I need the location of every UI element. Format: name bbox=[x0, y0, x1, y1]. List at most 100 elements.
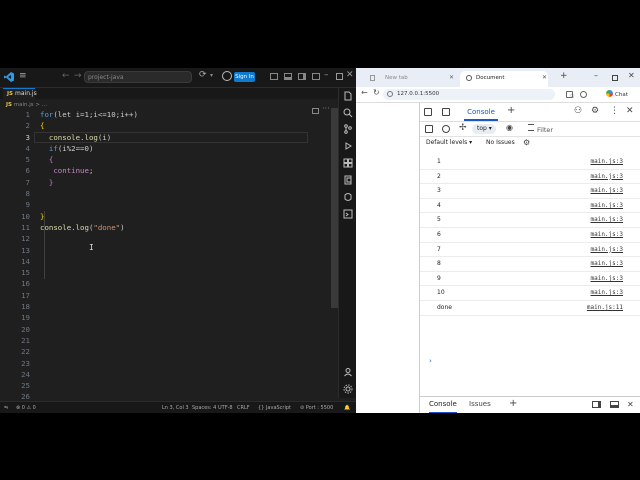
settings-gear-icon[interactable] bbox=[343, 384, 353, 394]
log-source-link[interactable]: main.js:3 bbox=[590, 213, 623, 227]
search-icon[interactable] bbox=[343, 108, 353, 118]
close-tab-icon[interactable]: ✕ bbox=[449, 71, 454, 85]
window-maximize-icon[interactable] bbox=[336, 73, 343, 80]
log-source-link[interactable]: main.js:3 bbox=[590, 199, 623, 213]
new-tab-button[interactable]: + bbox=[560, 71, 568, 81]
problems-status[interactable]: ⊗ 0 ⚠ 0 bbox=[16, 402, 36, 413]
profile-icon[interactable] bbox=[580, 91, 587, 98]
drawer-tab-console[interactable]: Console bbox=[429, 397, 457, 413]
sign-in-button[interactable]: Sign In bbox=[234, 72, 255, 82]
sidebar-toggle-icon[interactable] bbox=[425, 125, 433, 133]
log-levels-dropdown[interactable]: Default levels ▾ bbox=[426, 136, 472, 150]
split-editor-icon[interactable] bbox=[312, 108, 319, 114]
live-expression-icon[interactable]: ✢ bbox=[459, 123, 467, 133]
log-source-link[interactable]: main.js:3 bbox=[590, 272, 623, 286]
close-tab-icon[interactable]: ✕ bbox=[542, 71, 547, 85]
code-editor[interactable]: for(let i=1;i<=10;i++) { console.log(i) … bbox=[34, 109, 310, 233]
live-server-port-status[interactable]: ⊘ Port : 5500 bbox=[300, 402, 333, 413]
encoding-status[interactable]: UTF-8 bbox=[218, 402, 233, 413]
customize-layout-icon[interactable] bbox=[312, 73, 320, 80]
extensions-icon[interactable] bbox=[566, 91, 573, 98]
command-center-search[interactable]: project-java bbox=[84, 71, 192, 83]
console-settings-gear-icon[interactable]: ⚙ bbox=[523, 136, 530, 150]
performance-icon[interactable]: ⚇ bbox=[574, 106, 582, 116]
filter-input[interactable]: Filter bbox=[528, 124, 553, 135]
back-arrow-icon[interactable]: ← bbox=[361, 88, 368, 97]
browser-toolbar: ← ↻ 127.0.0.1:5500 ☆ Chat bbox=[356, 87, 640, 103]
settings-gear-icon[interactable]: ⚙ bbox=[591, 106, 599, 116]
log-source-link[interactable]: main.js:3 bbox=[590, 184, 623, 198]
account-icon[interactable] bbox=[343, 367, 353, 377]
menu-icon[interactable]: ≡ bbox=[19, 71, 27, 81]
site-info-icon[interactable] bbox=[387, 91, 393, 97]
console-prompt[interactable]: › bbox=[429, 357, 432, 365]
language-mode-status[interactable]: {} JavaScript bbox=[258, 402, 291, 413]
toggle-primary-sidebar-icon[interactable] bbox=[270, 73, 278, 80]
chevron-down-icon[interactable]: ▾ bbox=[210, 72, 213, 79]
notifications-bell-icon[interactable]: 🔔 bbox=[344, 402, 350, 413]
log-source-link[interactable]: main.js:3 bbox=[590, 228, 623, 242]
log-source-link[interactable]: main.js:3 bbox=[590, 243, 623, 257]
eol-status[interactable]: CRLF bbox=[237, 402, 250, 413]
inspect-element-icon[interactable] bbox=[424, 108, 432, 116]
toggle-secondary-sidebar-icon[interactable] bbox=[298, 73, 306, 80]
browser-tab-document[interactable]: Document ✕ bbox=[460, 71, 548, 87]
terminal-icon[interactable] bbox=[343, 209, 353, 219]
eye-icon[interactable]: ◉ bbox=[506, 123, 513, 132]
indentation-status[interactable]: Spaces: 4 bbox=[192, 402, 216, 413]
more-actions-icon[interactable]: ··· bbox=[322, 104, 330, 113]
filter-placeholder: Filter bbox=[537, 126, 554, 134]
cursor-position-status[interactable]: Ln 3, Col 3 bbox=[162, 402, 189, 413]
context-selector[interactable]: top ▾ bbox=[472, 124, 496, 134]
window-minimize-icon[interactable]: – bbox=[324, 70, 329, 80]
source-control-icon[interactable] bbox=[343, 124, 353, 134]
device-toolbar-icon[interactable] bbox=[442, 108, 450, 116]
explorer-icon[interactable] bbox=[343, 91, 353, 101]
run-debug-icon[interactable] bbox=[343, 141, 353, 151]
copilot-icon[interactable] bbox=[222, 71, 232, 81]
log-value: 10 bbox=[437, 289, 445, 297]
address-bar[interactable]: 127.0.0.1:5500 ☆ bbox=[383, 89, 575, 100]
console-log-list: 1 main.js:3 2 main.js:3 3 main.js:3 4 main.js:3… bbox=[420, 155, 640, 316]
close-devtools-icon[interactable]: ✕ bbox=[626, 106, 634, 116]
reload-icon[interactable]: ↻ bbox=[373, 88, 380, 97]
drawer-tab-issues[interactable]: Issues bbox=[469, 397, 491, 412]
log-source-link[interactable]: main.js:3 bbox=[590, 257, 623, 271]
window-close-icon[interactable]: ✕ bbox=[628, 71, 635, 80]
extensions-icon[interactable] bbox=[343, 158, 353, 168]
editor-scrollbar[interactable] bbox=[331, 108, 338, 308]
forward-arrow-icon[interactable]: → bbox=[74, 71, 82, 81]
dock-bottom-icon[interactable] bbox=[610, 401, 619, 408]
live-share-icon[interactable]: ⟳ bbox=[199, 70, 207, 80]
breadcrumb[interactable]: JS main.js > ... bbox=[3, 101, 47, 109]
devtools-tab-bar: Console + ⚇ ⚙ ⋮ ✕ bbox=[420, 103, 640, 122]
gemini-chat-button[interactable]: Chat bbox=[606, 90, 628, 100]
close-drawer-icon[interactable]: ✕ bbox=[627, 397, 634, 412]
page-viewport[interactable] bbox=[356, 103, 420, 413]
back-arrow-icon[interactable]: ← bbox=[62, 71, 70, 81]
drawer-add-tab-plus-icon[interactable]: + bbox=[509, 396, 517, 411]
issues-count[interactable]: No Issues bbox=[486, 136, 515, 150]
line-number: 5 bbox=[25, 155, 30, 165]
more-options-icon[interactable]: ⋮ bbox=[610, 106, 619, 116]
filter-icon bbox=[528, 124, 534, 131]
window-maximize-icon[interactable] bbox=[612, 75, 618, 81]
toggle-panel-icon[interactable] bbox=[284, 73, 292, 80]
log-source-link[interactable]: main.js:3 bbox=[590, 286, 623, 300]
window-close-icon[interactable]: ✕ bbox=[346, 70, 354, 80]
tab-console[interactable]: Console bbox=[464, 103, 498, 121]
tab-main-js[interactable]: JS main.js bbox=[3, 88, 37, 99]
clear-console-icon[interactable] bbox=[442, 125, 450, 133]
browser-tab-new-tab[interactable]: New tab ✕ bbox=[370, 71, 454, 85]
remote-explorer-icon[interactable] bbox=[343, 175, 353, 185]
remote-indicator-icon[interactable]: ⇋ bbox=[4, 402, 8, 413]
window-minimize-icon[interactable]: – bbox=[594, 71, 598, 80]
log-source-link[interactable]: main.js:11 bbox=[587, 301, 623, 315]
log-source-link[interactable]: main.js:3 bbox=[590, 170, 623, 184]
more-tools-plus-icon[interactable]: + bbox=[507, 105, 515, 116]
console-log-row: 4 main.js:3 bbox=[420, 199, 640, 214]
log-value: 3 bbox=[437, 187, 441, 195]
dock-side-icon[interactable] bbox=[592, 401, 601, 408]
log-source-link[interactable]: main.js:3 bbox=[590, 155, 623, 169]
testing-icon[interactable] bbox=[343, 192, 353, 202]
